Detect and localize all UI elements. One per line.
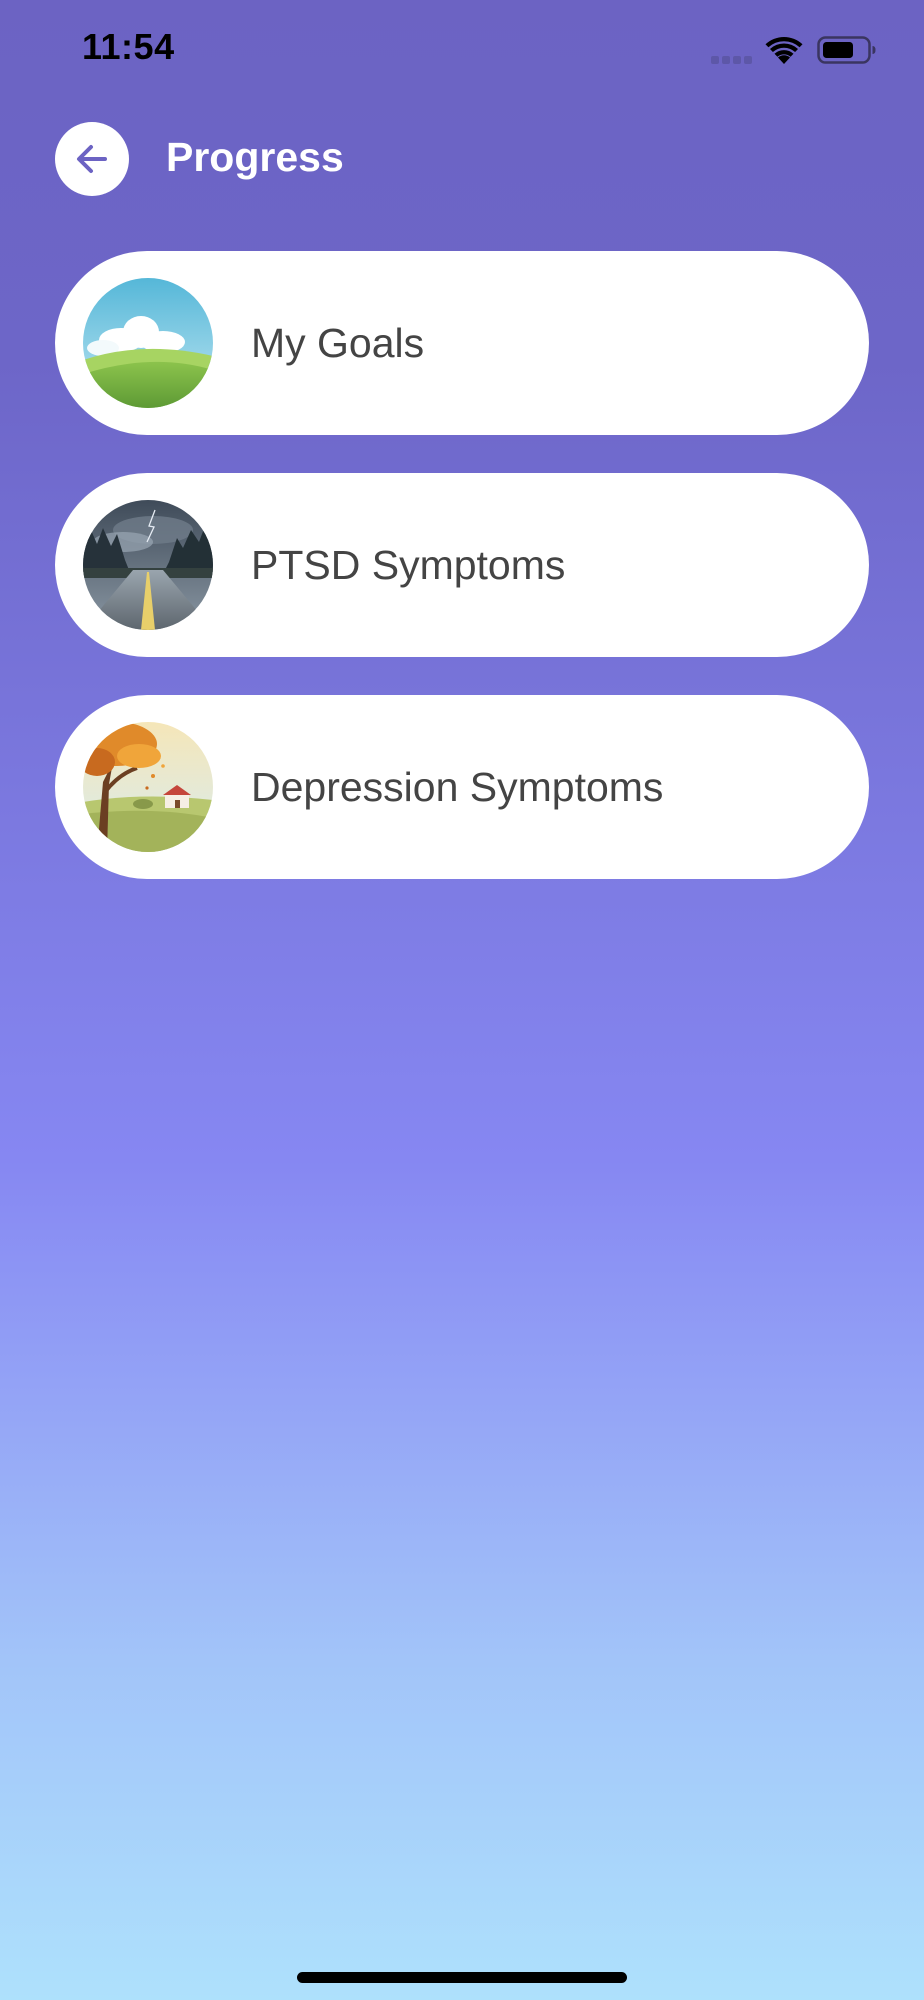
arrow-left-icon xyxy=(77,145,107,173)
menu-item-ptsd-symptoms[interactable]: PTSD Symptoms xyxy=(55,473,869,657)
menu-item-my-goals[interactable]: My Goals xyxy=(55,251,869,435)
battery-icon xyxy=(817,36,876,64)
menu-item-depression-symptoms[interactable]: Depression Symptoms xyxy=(55,695,869,879)
progress-screen: 11:54 Progress My Goals PTSD Symptoms De… xyxy=(0,0,924,2000)
home-indicator[interactable] xyxy=(297,1972,627,1983)
green-hills-sky-image xyxy=(83,278,213,408)
menu-item-label: My Goals xyxy=(251,319,425,366)
status-bar: 11:54 xyxy=(0,0,924,100)
menu-item-label: PTSD Symptoms xyxy=(251,541,566,588)
status-time: 11:54 xyxy=(82,26,175,67)
wifi-icon xyxy=(765,36,803,64)
back-button[interactable] xyxy=(55,122,129,196)
cellular-signal-icon xyxy=(711,56,753,64)
autumn-tree-farmhouse-image xyxy=(83,722,213,852)
menu-item-label: Depression Symptoms xyxy=(251,763,664,810)
page-title: Progress xyxy=(166,134,344,180)
stormy-forest-road-image xyxy=(83,500,213,630)
